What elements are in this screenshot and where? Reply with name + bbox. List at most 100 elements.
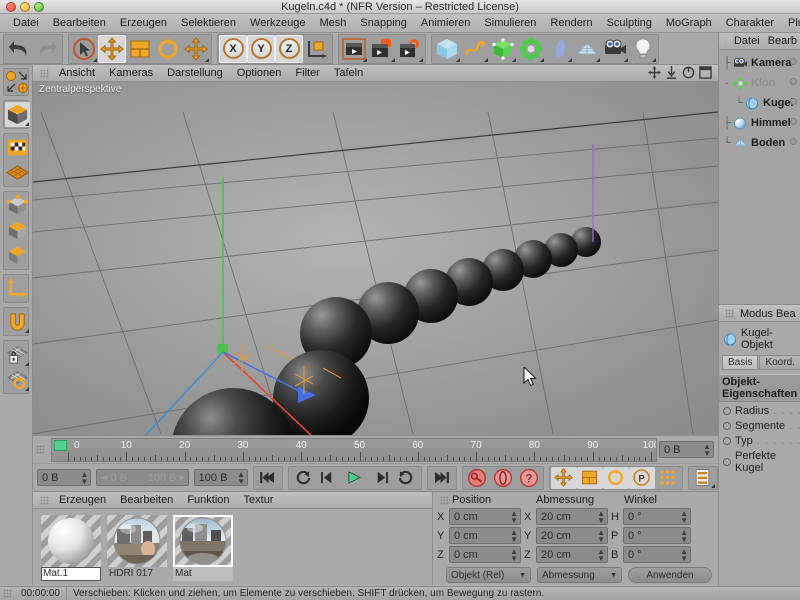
orbit-icon[interactable] <box>682 66 695 80</box>
render-settings-button[interactable] <box>396 35 424 63</box>
scale-tool-button[interactable] <box>126 35 154 63</box>
spinner-angle-p[interactable]: ▲ ▼ <box>680 528 688 543</box>
object-manager-tree[interactable]: ├ Kamera - Klon └ Kugel ├ Himmel └ Boden <box>719 50 800 305</box>
attribute-manager-grip[interactable] <box>725 309 734 318</box>
object-node-klon[interactable]: - Klon <box>719 73 800 93</box>
attribute-menu-bearbeiten[interactable]: Bea <box>776 308 796 320</box>
tab-basis[interactable]: Basis <box>722 355 759 370</box>
attribute-menu-modus[interactable]: Modus <box>740 308 773 320</box>
primitive-cube-button[interactable] <box>433 35 461 63</box>
property-row-perfekte-kugel[interactable]: Perfekte Kugel <box>719 447 800 474</box>
viewport-menu-filter[interactable]: Filter <box>288 65 326 81</box>
menu-werkzeuge[interactable]: Werkzeuge <box>243 15 312 32</box>
range-left-arrow[interactable]: ◀ <box>101 473 107 482</box>
spinner-pos-x[interactable]: ▲ ▼ <box>510 509 518 524</box>
texture-mode-button[interactable] <box>5 82 17 94</box>
menu-rendern[interactable]: Rendern <box>543 15 599 32</box>
render-picture-button[interactable] <box>368 35 396 63</box>
coordinate-system-dropdown[interactable]: Objekt (Rel) ▼ <box>446 567 531 583</box>
material-preview-chrome[interactable] <box>173 515 233 567</box>
menu-datei[interactable]: Datei <box>6 15 46 32</box>
rotate-tool-button[interactable] <box>154 35 182 63</box>
step-back-button[interactable] <box>316 467 342 489</box>
record-key-button[interactable] <box>464 467 490 489</box>
material-menu-erzeugen[interactable]: Erzeugen <box>52 494 113 506</box>
field-size-z[interactable]: 20 cm ▲ ▼ <box>536 546 608 563</box>
material-name-mat[interactable]: Mat <box>173 567 233 581</box>
material-item-mat1[interactable]: Mat.1 <box>41 515 101 581</box>
key-points-button[interactable] <box>655 467 681 489</box>
field-size-y[interactable]: 20 cm ▲ ▼ <box>536 527 608 544</box>
field-angle-b[interactable]: 0 ° ▲ ▼ <box>623 546 691 563</box>
property-row-segmente[interactable]: Segmente . . . . . <box>719 417 800 432</box>
edges-mode-button[interactable] <box>5 218 30 243</box>
material-preview-hdri[interactable] <box>107 515 167 567</box>
spinner-pos-z[interactable]: ▲ ▼ <box>510 547 518 562</box>
menu-mesh[interactable]: Mesh <box>312 15 353 32</box>
size-mode-dropdown[interactable]: Abmessung ▼ <box>537 567 622 583</box>
material-menu-bearbeiten[interactable]: Bearbeiten <box>113 494 180 506</box>
menu-erzeugen[interactable]: Erzeugen <box>113 15 174 32</box>
move-plus-tool-button[interactable] <box>182 35 210 63</box>
field-angle-h[interactable]: 0 ° ▲ ▼ <box>623 508 691 525</box>
material-preview-white[interactable] <box>41 515 101 567</box>
menu-animieren[interactable]: Animieren <box>414 15 478 32</box>
material-item-hdri[interactable]: HDRI 017 <box>107 515 167 581</box>
pan-icon[interactable] <box>648 66 661 80</box>
property-row-radius[interactable]: Radius . . . . . . . . . <box>719 402 800 417</box>
material-name-hdri[interactable]: HDRI 017 <box>107 567 167 581</box>
step-forward-button[interactable] <box>368 467 394 489</box>
preview-range-field[interactable]: ◀ 0 B 100 B ▶ <box>96 469 189 486</box>
menu-simulieren[interactable]: Simulieren <box>477 15 543 32</box>
timeline-end-spinner[interactable]: ▲ ▼ <box>703 442 711 457</box>
current-frame-spinner[interactable]: ▲ ▼ <box>80 470 88 485</box>
viewport-panel-grip[interactable] <box>40 68 49 78</box>
field-size-x[interactable]: 20 cm ▲ ▼ <box>536 508 608 525</box>
status-bar-grip[interactable] <box>3 589 12 598</box>
key-position-button[interactable] <box>550 466 577 489</box>
render-view-button[interactable] <box>340 35 368 63</box>
uv-mesh-button[interactable] <box>5 160 30 185</box>
material-name-mat1[interactable]: Mat.1 <box>41 567 101 581</box>
current-frame-field[interactable]: 0 B ▲ ▼ <box>37 469 92 486</box>
texture-edit-button[interactable] <box>5 135 30 160</box>
coordinates-panel-grip[interactable] <box>440 495 449 505</box>
menu-charakter[interactable]: Charakter <box>719 15 781 32</box>
floor-environment-button[interactable] <box>573 35 601 63</box>
object-node-kugel[interactable]: └ Kugel <box>719 93 800 113</box>
material-panel-grip[interactable] <box>40 495 49 505</box>
range-right-arrow[interactable]: ▶ <box>180 473 186 482</box>
spinner-angle-b[interactable]: ▲ ▼ <box>680 547 688 562</box>
go-to-end-button[interactable] <box>429 467 455 489</box>
menu-snapping[interactable]: Snapping <box>353 15 414 32</box>
property-radio-segmente[interactable] <box>723 422 731 430</box>
object-node-boden[interactable]: └ Boden <box>719 133 800 153</box>
play-button[interactable] <box>342 467 368 489</box>
spinner-pos-y[interactable]: ▲ ▼ <box>510 528 518 543</box>
object-node-kamera[interactable]: ├ Kamera <box>719 53 800 73</box>
texture-axis-button[interactable] <box>5 70 17 82</box>
document-end-field[interactable]: 100 B ▲ ▼ <box>193 469 248 486</box>
prev-key-button[interactable] <box>290 467 316 489</box>
maximize-icon[interactable] <box>699 66 712 80</box>
field-pos-z[interactable]: 0 cm ▲ ▼ <box>449 546 521 563</box>
spinner-size-y[interactable]: ▲ ▼ <box>597 528 605 543</box>
move-tool-button[interactable] <box>98 34 126 63</box>
light-button[interactable] <box>629 35 657 63</box>
spinner-size-z[interactable]: ▲ ▼ <box>597 547 605 562</box>
axis-x-button[interactable]: X <box>219 34 247 63</box>
menu-mograph[interactable]: MoGraph <box>659 15 719 32</box>
world-coordinate-button[interactable] <box>303 35 331 63</box>
undo-button[interactable] <box>5 35 33 63</box>
property-row-typ[interactable]: Typ . . . . . . . . . . . <box>719 432 800 447</box>
timeline-grip[interactable] <box>36 445 45 454</box>
menu-plugins[interactable]: Plug-ins <box>781 15 800 32</box>
model-mode-cube-button[interactable] <box>5 102 30 127</box>
autokey-button[interactable] <box>490 467 516 489</box>
viewport-menu-tafeln[interactable]: Tafeln <box>327 65 370 81</box>
magnet-button[interactable] <box>5 309 30 334</box>
spinner-size-x[interactable]: ▲ ▼ <box>597 509 605 524</box>
object-manager-grip[interactable] <box>725 36 726 46</box>
next-key-button[interactable] <box>394 467 420 489</box>
viewport-3d[interactable]: Zentralperspektive <box>33 82 718 435</box>
